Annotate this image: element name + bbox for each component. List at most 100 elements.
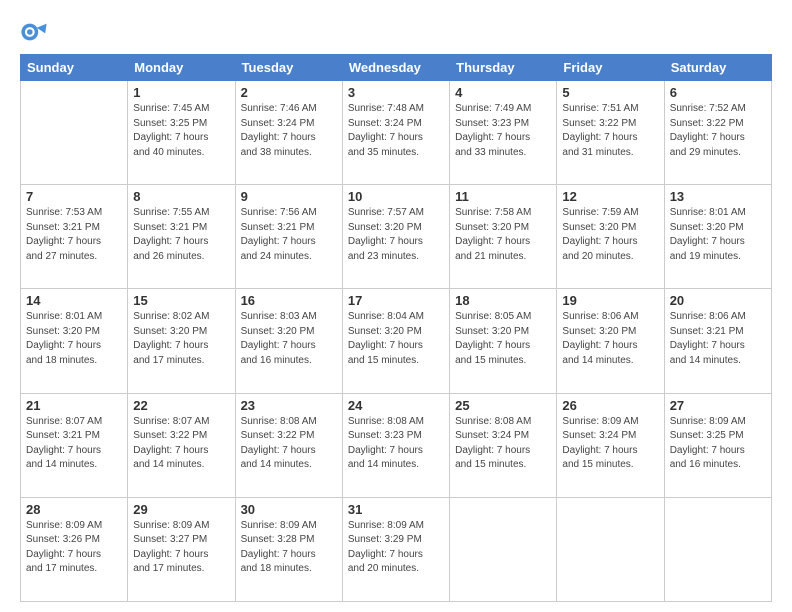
weekday-header-sunday: Sunday	[21, 55, 128, 81]
day-info: Sunrise: 7:58 AM Sunset: 3:20 PM Dayligh…	[455, 206, 551, 264]
day-number: 21	[26, 398, 122, 413]
day-cell: 1 Sunrise: 7:45 AM Sunset: 3:25 PM Daylig…	[128, 81, 235, 185]
day-info: Sunrise: 8:08 AM Sunset: 3:23 PM Dayligh…	[348, 415, 444, 473]
day-cell: 7 Sunrise: 7:53 AM Sunset: 3:21 PM Daylig…	[21, 185, 128, 289]
day-number: 17	[348, 293, 444, 308]
week-row-1: 1 Sunrise: 7:45 AM Sunset: 3:25 PM Daylig…	[21, 81, 772, 185]
day-info: Sunrise: 7:46 AM Sunset: 3:24 PM Dayligh…	[241, 102, 337, 160]
day-number: 30	[241, 502, 337, 517]
weekday-header-saturday: Saturday	[664, 55, 771, 81]
day-number: 28	[26, 502, 122, 517]
day-info: Sunrise: 7:51 AM Sunset: 3:22 PM Dayligh…	[562, 102, 658, 160]
day-cell: 15 Sunrise: 8:02 AM Sunset: 3:20 PM Dayli…	[128, 289, 235, 393]
day-info: Sunrise: 7:45 AM Sunset: 3:25 PM Dayligh…	[133, 102, 229, 160]
day-info: Sunrise: 8:07 AM Sunset: 3:22 PM Dayligh…	[133, 415, 229, 473]
day-info: Sunrise: 8:03 AM Sunset: 3:20 PM Dayligh…	[241, 310, 337, 368]
day-number: 1	[133, 85, 229, 100]
day-cell: 20Sunrise: 8:06 AM Sunset: 3:21 PM Dayli…	[664, 289, 771, 393]
day-cell: 24 Sunrise: 8:08 AM Sunset: 3:23 PM Dayli…	[342, 393, 449, 497]
day-number: 11	[455, 189, 551, 204]
day-number: 19	[562, 293, 658, 308]
day-number: 29	[133, 502, 229, 517]
day-cell: 6 Sunrise: 7:52 AM Sunset: 3:22 PM Daylig…	[664, 81, 771, 185]
day-info: Sunrise: 8:09 AM Sunset: 3:26 PM Dayligh…	[26, 519, 122, 577]
day-number: 18	[455, 293, 551, 308]
day-info: Sunrise: 8:09 AM Sunset: 3:28 PM Dayligh…	[241, 519, 337, 577]
logo-icon	[20, 18, 48, 46]
day-cell	[21, 81, 128, 185]
week-row-2: 7 Sunrise: 7:53 AM Sunset: 3:21 PM Daylig…	[21, 185, 772, 289]
day-number: 2	[241, 85, 337, 100]
day-number: 24	[348, 398, 444, 413]
day-number: 16	[241, 293, 337, 308]
day-number: 26	[562, 398, 658, 413]
week-row-5: 28 Sunrise: 8:09 AM Sunset: 3:26 PM Dayli…	[21, 497, 772, 601]
day-cell: 19 Sunrise: 8:06 AM Sunset: 3:20 PM Dayli…	[557, 289, 664, 393]
weekday-header-friday: Friday	[557, 55, 664, 81]
day-info: Sunrise: 8:09 AM Sunset: 3:27 PM Dayligh…	[133, 519, 229, 577]
day-number: 9	[241, 189, 337, 204]
day-cell: 12Sunrise: 7:59 AM Sunset: 3:20 PM Dayli…	[557, 185, 664, 289]
day-info: Sunrise: 8:06 AM Sunset: 3:21 PM Dayligh…	[670, 310, 766, 368]
day-number: 3	[348, 85, 444, 100]
day-number: 27	[670, 398, 766, 413]
weekday-header-row: SundayMondayTuesdayWednesdayThursdayFrid…	[21, 55, 772, 81]
day-cell: 31Sunrise: 8:09 AM Sunset: 3:29 PM Dayli…	[342, 497, 449, 601]
day-info: Sunrise: 7:53 AM Sunset: 3:21 PM Dayligh…	[26, 206, 122, 264]
day-cell: 23 Sunrise: 8:08 AM Sunset: 3:22 PM Dayli…	[235, 393, 342, 497]
day-info: Sunrise: 8:05 AM Sunset: 3:20 PM Dayligh…	[455, 310, 551, 368]
day-info: Sunrise: 7:56 AM Sunset: 3:21 PM Dayligh…	[241, 206, 337, 264]
day-cell: 30 Sunrise: 8:09 AM Sunset: 3:28 PM Dayli…	[235, 497, 342, 601]
day-cell: 28 Sunrise: 8:09 AM Sunset: 3:26 PM Dayli…	[21, 497, 128, 601]
day-cell: 25 Sunrise: 8:08 AM Sunset: 3:24 PM Dayli…	[450, 393, 557, 497]
day-cell: 17 Sunrise: 8:04 AM Sunset: 3:20 PM Dayli…	[342, 289, 449, 393]
day-number: 14	[26, 293, 122, 308]
day-cell: 22 Sunrise: 8:07 AM Sunset: 3:22 PM Dayli…	[128, 393, 235, 497]
logo	[20, 18, 50, 46]
day-info: Sunrise: 8:09 AM Sunset: 3:29 PM Dayligh…	[348, 519, 444, 577]
day-number: 15	[133, 293, 229, 308]
calendar: SundayMondayTuesdayWednesdayThursdayFrid…	[20, 54, 772, 602]
day-info: Sunrise: 8:07 AM Sunset: 3:21 PM Dayligh…	[26, 415, 122, 473]
day-cell: 29 Sunrise: 8:09 AM Sunset: 3:27 PM Dayli…	[128, 497, 235, 601]
day-cell	[557, 497, 664, 601]
day-cell: 9 Sunrise: 7:56 AM Sunset: 3:21 PM Daylig…	[235, 185, 342, 289]
day-cell: 5 Sunrise: 7:51 AM Sunset: 3:22 PM Daylig…	[557, 81, 664, 185]
day-number: 25	[455, 398, 551, 413]
day-info: Sunrise: 8:08 AM Sunset: 3:22 PM Dayligh…	[241, 415, 337, 473]
day-number: 12	[562, 189, 658, 204]
day-info: Sunrise: 8:02 AM Sunset: 3:20 PM Dayligh…	[133, 310, 229, 368]
day-info: Sunrise: 7:55 AM Sunset: 3:21 PM Dayligh…	[133, 206, 229, 264]
day-cell: 27 Sunrise: 8:09 AM Sunset: 3:25 PM Dayli…	[664, 393, 771, 497]
day-info: Sunrise: 8:09 AM Sunset: 3:25 PM Dayligh…	[670, 415, 766, 473]
day-number: 22	[133, 398, 229, 413]
page: SundayMondayTuesdayWednesdayThursdayFrid…	[0, 0, 792, 612]
day-cell: 16 Sunrise: 8:03 AM Sunset: 3:20 PM Dayli…	[235, 289, 342, 393]
day-number: 13	[670, 189, 766, 204]
day-cell	[450, 497, 557, 601]
day-cell: 11 Sunrise: 7:58 AM Sunset: 3:20 PM Dayli…	[450, 185, 557, 289]
day-number: 6	[670, 85, 766, 100]
day-number: 8	[133, 189, 229, 204]
day-cell: 4Sunrise: 7:49 AM Sunset: 3:23 PM Daylig…	[450, 81, 557, 185]
day-info: Sunrise: 8:01 AM Sunset: 3:20 PM Dayligh…	[26, 310, 122, 368]
day-info: Sunrise: 8:09 AM Sunset: 3:24 PM Dayligh…	[562, 415, 658, 473]
weekday-header-tuesday: Tuesday	[235, 55, 342, 81]
day-number: 5	[562, 85, 658, 100]
day-info: Sunrise: 7:57 AM Sunset: 3:20 PM Dayligh…	[348, 206, 444, 264]
day-number: 23	[241, 398, 337, 413]
week-row-4: 21 Sunrise: 8:07 AM Sunset: 3:21 PM Dayli…	[21, 393, 772, 497]
day-info: Sunrise: 8:04 AM Sunset: 3:20 PM Dayligh…	[348, 310, 444, 368]
weekday-header-wednesday: Wednesday	[342, 55, 449, 81]
day-cell: 26 Sunrise: 8:09 AM Sunset: 3:24 PM Dayli…	[557, 393, 664, 497]
weekday-header-thursday: Thursday	[450, 55, 557, 81]
day-info: Sunrise: 7:52 AM Sunset: 3:22 PM Dayligh…	[670, 102, 766, 160]
day-info: Sunrise: 8:01 AM Sunset: 3:20 PM Dayligh…	[670, 206, 766, 264]
day-cell: 13 Sunrise: 8:01 AM Sunset: 3:20 PM Dayli…	[664, 185, 771, 289]
day-info: Sunrise: 8:06 AM Sunset: 3:20 PM Dayligh…	[562, 310, 658, 368]
day-cell: 2 Sunrise: 7:46 AM Sunset: 3:24 PM Daylig…	[235, 81, 342, 185]
header	[20, 18, 772, 46]
day-info: Sunrise: 8:08 AM Sunset: 3:24 PM Dayligh…	[455, 415, 551, 473]
day-cell: 18 Sunrise: 8:05 AM Sunset: 3:20 PM Dayli…	[450, 289, 557, 393]
day-number: 7	[26, 189, 122, 204]
